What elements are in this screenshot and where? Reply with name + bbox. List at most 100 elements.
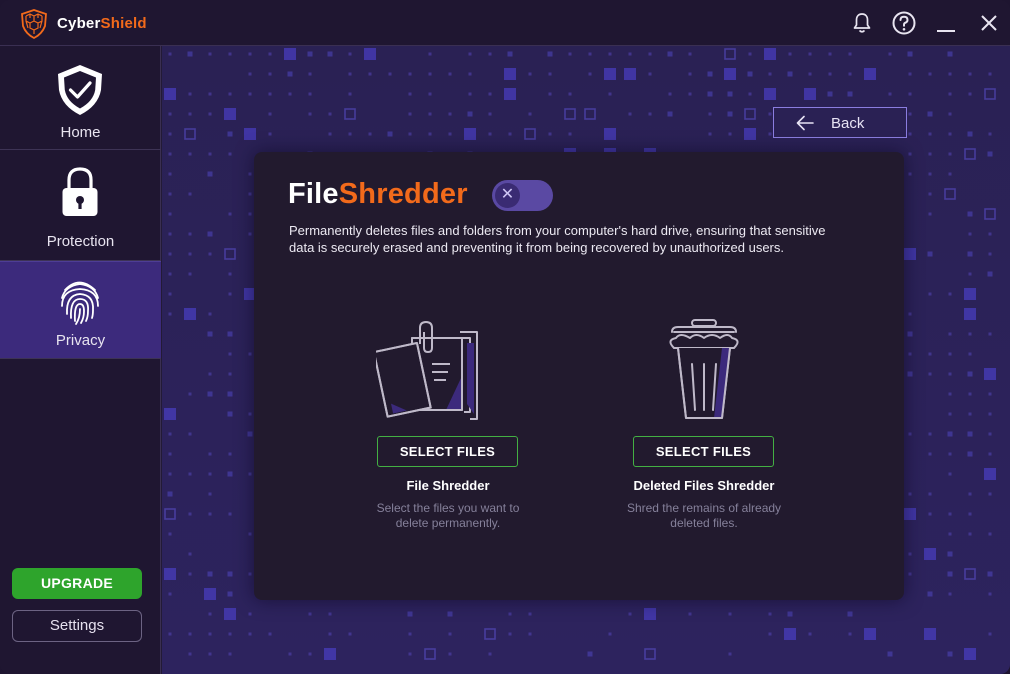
shield-logo-icon: [20, 9, 48, 40]
background-dot: [288, 92, 292, 96]
background-dot: [328, 612, 332, 616]
background-dot: [848, 72, 852, 76]
background-dot: [888, 92, 892, 96]
settings-button[interactable]: Settings: [12, 610, 142, 642]
background-dot: [887, 651, 893, 657]
background-dot: [548, 72, 552, 76]
background-dot: [908, 432, 912, 436]
background-dot: [764, 48, 776, 60]
background-dot: [928, 352, 932, 356]
page-title-part1: File: [288, 178, 339, 210]
fingerprint-icon: [55, 276, 105, 326]
feature-toggle[interactable]: ✕: [492, 180, 553, 211]
background-dot: [247, 431, 253, 437]
background-dot: [964, 308, 976, 320]
background-dot: [248, 212, 252, 216]
background-dot: [248, 632, 252, 636]
background-dot: [248, 412, 252, 416]
background-dot: [908, 312, 912, 316]
background-dot: [188, 192, 192, 196]
background-dot: [987, 571, 993, 577]
sidebar: Home Protection Privacy UPGRADE Settings: [0, 46, 161, 674]
background-dot: [968, 92, 972, 96]
background-dot: [168, 132, 172, 136]
background-dot: [208, 612, 212, 616]
background-dot: [328, 112, 332, 116]
background-dot: [188, 152, 192, 156]
background-dot: [708, 112, 712, 116]
background-dot: [448, 652, 452, 656]
background-dot: [608, 52, 612, 56]
background-dot: [408, 112, 412, 116]
background-dot: [788, 52, 792, 56]
trash-bin-icon: [632, 318, 776, 428]
background-dot: [928, 372, 932, 376]
background-dot: [408, 132, 412, 136]
background-dot: [227, 391, 233, 397]
background-dot: [164, 568, 176, 580]
background-dot: [164, 408, 176, 420]
select-files-button[interactable]: SELECT FILES: [377, 436, 518, 467]
background-dot: [224, 108, 236, 120]
background-dot: [847, 91, 853, 97]
background-dot: [948, 472, 952, 476]
background-dot: [947, 651, 953, 657]
background-dot: [388, 72, 392, 76]
background-dot: [208, 252, 212, 256]
background-dot: [967, 371, 973, 377]
background-dot: [947, 571, 953, 577]
background-dot: [268, 632, 272, 636]
sidebar-item-home[interactable]: Home: [0, 46, 161, 150]
background-dot: [207, 171, 213, 177]
background-dot: [948, 292, 952, 296]
background-dot: [244, 128, 256, 140]
background-dot: [988, 592, 992, 596]
background-dot: [808, 72, 812, 76]
background-dot: [748, 92, 752, 96]
help-icon[interactable]: [891, 10, 917, 36]
background-dot: [187, 51, 193, 57]
sidebar-item-protection[interactable]: Protection: [0, 150, 161, 261]
select-files-button[interactable]: SELECT FILES: [633, 436, 774, 467]
background-dot: [968, 412, 972, 416]
background-dot: [907, 331, 913, 337]
background-dot: [728, 612, 732, 616]
background-dot: [968, 272, 972, 276]
background-dot: [228, 632, 232, 636]
back-button[interactable]: Back: [773, 107, 907, 138]
background-dot: [167, 491, 173, 497]
background-dot: [224, 608, 236, 620]
background-dot: [428, 112, 432, 116]
background-dot: [968, 532, 972, 536]
feature-description: Permanently deletes files and folders fr…: [289, 223, 826, 255]
background-dot: [764, 88, 776, 100]
background-dot: [507, 51, 513, 57]
background-dot: [448, 72, 452, 76]
minimize-icon[interactable]: [933, 10, 959, 36]
background-dot: [948, 392, 952, 396]
background-dot: [588, 52, 592, 56]
background-dot: [587, 651, 593, 657]
close-icon[interactable]: [976, 10, 1002, 36]
background-dot: [967, 431, 973, 437]
background-dot: [967, 451, 973, 457]
background-dot: [268, 92, 272, 96]
background-dot: [268, 52, 272, 56]
background-dot: [208, 372, 212, 376]
sidebar-item-label: Protection: [46, 233, 115, 250]
background-dot: [947, 551, 953, 557]
bell-icon[interactable]: [849, 10, 875, 36]
background-dot: [227, 471, 233, 477]
upgrade-button[interactable]: UPGRADE: [12, 568, 142, 599]
background-dot: [848, 632, 852, 636]
sidebar-item-privacy[interactable]: Privacy: [0, 261, 161, 359]
background-dot: [248, 472, 252, 476]
background-dot: [248, 532, 252, 536]
background-dot: [348, 52, 352, 56]
background-dot: [468, 72, 472, 76]
background-dot: [168, 472, 172, 476]
background-dot: [188, 652, 192, 656]
background-dot: [948, 452, 952, 456]
background-dot: [927, 251, 933, 257]
background-dot: [268, 112, 272, 116]
